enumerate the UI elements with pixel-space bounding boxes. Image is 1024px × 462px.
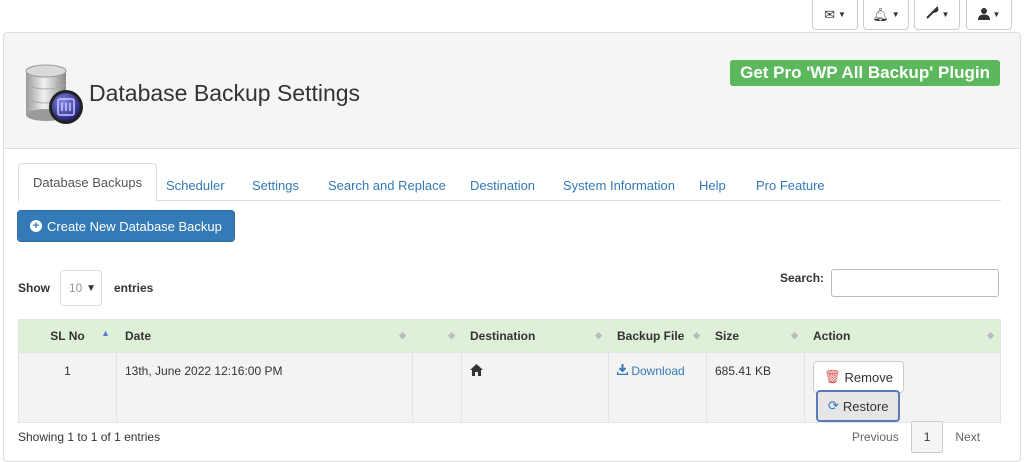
plus-circle-icon: +	[30, 220, 42, 232]
cell-destination	[461, 352, 609, 423]
chevron-down-icon: ▼	[86, 282, 96, 294]
sort-icon: ◆	[791, 330, 798, 340]
tab-pro-feature[interactable]: Pro Feature	[756, 169, 825, 201]
download-link[interactable]: Download	[616, 364, 685, 378]
cell-date: 13th, June 2022 12:16:00 PM	[116, 352, 413, 423]
table-row: 1 13th, June 2022 12:16:00 PM Download 6…	[18, 352, 1001, 423]
col-blank[interactable]: ◆	[412, 319, 462, 353]
download-icon	[616, 364, 631, 378]
trash-icon: 🗑︎	[824, 369, 841, 384]
col-destination[interactable]: Destination ◆	[461, 319, 609, 353]
col-sl-no-label: SL No	[50, 329, 85, 343]
settings-panel: Database Backup Settings Get Pro 'WP All…	[3, 32, 1021, 462]
table-info: Showing 1 to 1 of 1 entries	[18, 430, 161, 444]
restore-button[interactable]: ⟳ Restore	[816, 390, 901, 422]
caret-down-icon: ▼	[992, 10, 1001, 19]
sort-icon: ◆	[399, 330, 406, 340]
sort-icon: ◆	[987, 330, 994, 340]
show-label: Show	[18, 281, 50, 295]
caret-down-icon: ▼	[941, 10, 950, 19]
col-backup-file[interactable]: Backup File ◆	[608, 319, 707, 353]
col-action[interactable]: Action ◆	[804, 319, 1001, 353]
cell-action: 🗑︎ Remove ⟳ Restore	[804, 352, 1001, 423]
caret-down-icon: ▼	[837, 10, 846, 19]
length-control: Show 10 ▼ entries	[18, 269, 153, 307]
download-label: Download	[631, 364, 685, 378]
tab-destination[interactable]: Destination	[470, 169, 535, 201]
search-input[interactable]	[831, 269, 999, 297]
create-backup-button[interactable]: + Create New Database Backup	[17, 210, 235, 242]
page-1-button[interactable]: 1	[910, 421, 944, 453]
col-date-label: Date	[125, 329, 152, 343]
col-sl-no[interactable]: SL No ▲	[18, 319, 117, 353]
envelope-icon: ✉	[824, 6, 835, 22]
previous-page-button[interactable]: Previous	[840, 421, 911, 453]
tools-menu-button[interactable]: ▼	[914, 0, 960, 30]
top-toolbar: ✉ ▼ 🔔︎ ▼ ▼ ▼	[0, 0, 1024, 33]
refresh-icon: ⟳	[828, 398, 839, 413]
restore-label: Restore	[842, 398, 889, 414]
caret-down-icon: ▼	[891, 10, 900, 19]
page-title: Database Backup Settings	[89, 80, 361, 106]
cell-sl-no: 1	[18, 352, 117, 423]
tab-help[interactable]: Help	[699, 169, 726, 201]
create-backup-label: Create New Database Backup	[47, 218, 222, 234]
panel-header: Database Backup Settings Get Pro 'WP All…	[4, 33, 1020, 149]
col-backup-file-label: Backup File	[617, 329, 685, 343]
tab-bar: Database Backups Scheduler Settings Sear…	[18, 163, 1001, 202]
cell-size: 685.41 KB	[706, 352, 805, 423]
mail-menu-button[interactable]: ✉ ▼	[812, 0, 858, 30]
remove-label: Remove	[844, 369, 893, 385]
entries-length-value: 10	[69, 281, 83, 295]
next-page-button[interactable]: Next	[943, 421, 992, 453]
notifications-menu-button[interactable]: 🔔︎ ▼	[863, 0, 909, 30]
entries-length-select[interactable]: 10 ▼	[60, 270, 102, 306]
user-icon	[977, 7, 990, 23]
get-pro-button[interactable]: Get Pro 'WP All Backup' Plugin	[730, 60, 1000, 86]
sort-icon: ◆	[448, 330, 455, 340]
col-date[interactable]: Date ◆	[116, 319, 413, 353]
bell-icon: 🔔︎	[872, 6, 889, 22]
remove-button[interactable]: 🗑︎ Remove	[813, 361, 904, 393]
cell-backup-file: Download	[608, 352, 707, 423]
cell-blank	[412, 352, 462, 423]
col-action-label: Action	[813, 329, 851, 343]
user-menu-button[interactable]: ▼	[966, 0, 1012, 30]
sort-icon: ◆	[693, 330, 700, 340]
home-icon	[470, 364, 483, 379]
entries-label: entries	[114, 281, 154, 295]
tab-database-backups[interactable]: Database Backups	[18, 163, 158, 202]
tab-settings[interactable]: Settings	[252, 169, 299, 201]
pagination: Previous 1 Next	[840, 421, 992, 453]
col-size[interactable]: Size ◆	[706, 319, 805, 353]
col-destination-label: Destination	[470, 329, 536, 343]
sort-asc-icon: ▲	[101, 328, 110, 338]
database-icon	[18, 63, 90, 135]
tab-scheduler[interactable]: Scheduler	[166, 169, 225, 201]
wrench-icon	[925, 6, 939, 23]
table-header-row: SL No ▲ Date ◆ ◆ Destination ◆ Backup Fi…	[18, 319, 1001, 353]
tab-search-and-replace[interactable]: Search and Replace	[328, 169, 446, 201]
tab-system-information[interactable]: System Information	[563, 169, 675, 201]
search-label: Search:	[780, 271, 825, 285]
sort-icon: ◆	[595, 330, 602, 340]
backups-table: SL No ▲ Date ◆ ◆ Destination ◆ Backup Fi…	[18, 319, 1001, 423]
col-size-label: Size	[715, 329, 740, 343]
